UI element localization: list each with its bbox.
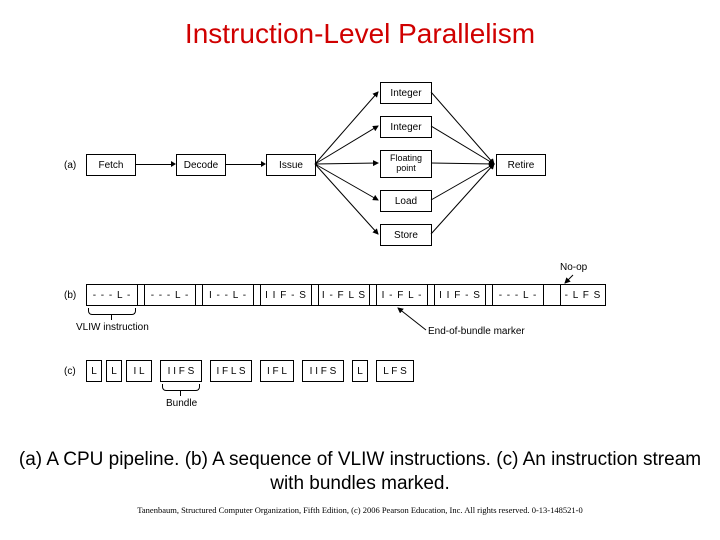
bundle-cell: L F S: [376, 360, 414, 382]
bundle-cell: I F L S: [210, 360, 252, 382]
bundle-cell: I F L: [260, 360, 294, 382]
bundle-cell: I L: [126, 360, 152, 382]
bundle-cell: L: [86, 360, 102, 382]
brace-tail: [180, 390, 181, 396]
bundle-cell: I I F S: [302, 360, 344, 382]
end-marker-arrow: [70, 68, 650, 358]
bundle-brace: [162, 384, 200, 391]
bundle-cell: L: [106, 360, 122, 382]
bundle-cell: L: [352, 360, 368, 382]
bundle-brace-label: Bundle: [166, 398, 197, 409]
caption-text: (a) A CPU pipeline. (b) A sequence of VL…: [0, 448, 720, 496]
part-c-label: (c): [64, 366, 76, 377]
diagram-area: (a) Fetch Decode Issue Integer Integer F…: [70, 68, 650, 418]
bundle-cell: I I F S: [160, 360, 202, 382]
page-title: Instruction-Level Parallelism: [0, 0, 720, 50]
copyright-text: Tanenbaum, Structured Computer Organizat…: [0, 505, 720, 515]
